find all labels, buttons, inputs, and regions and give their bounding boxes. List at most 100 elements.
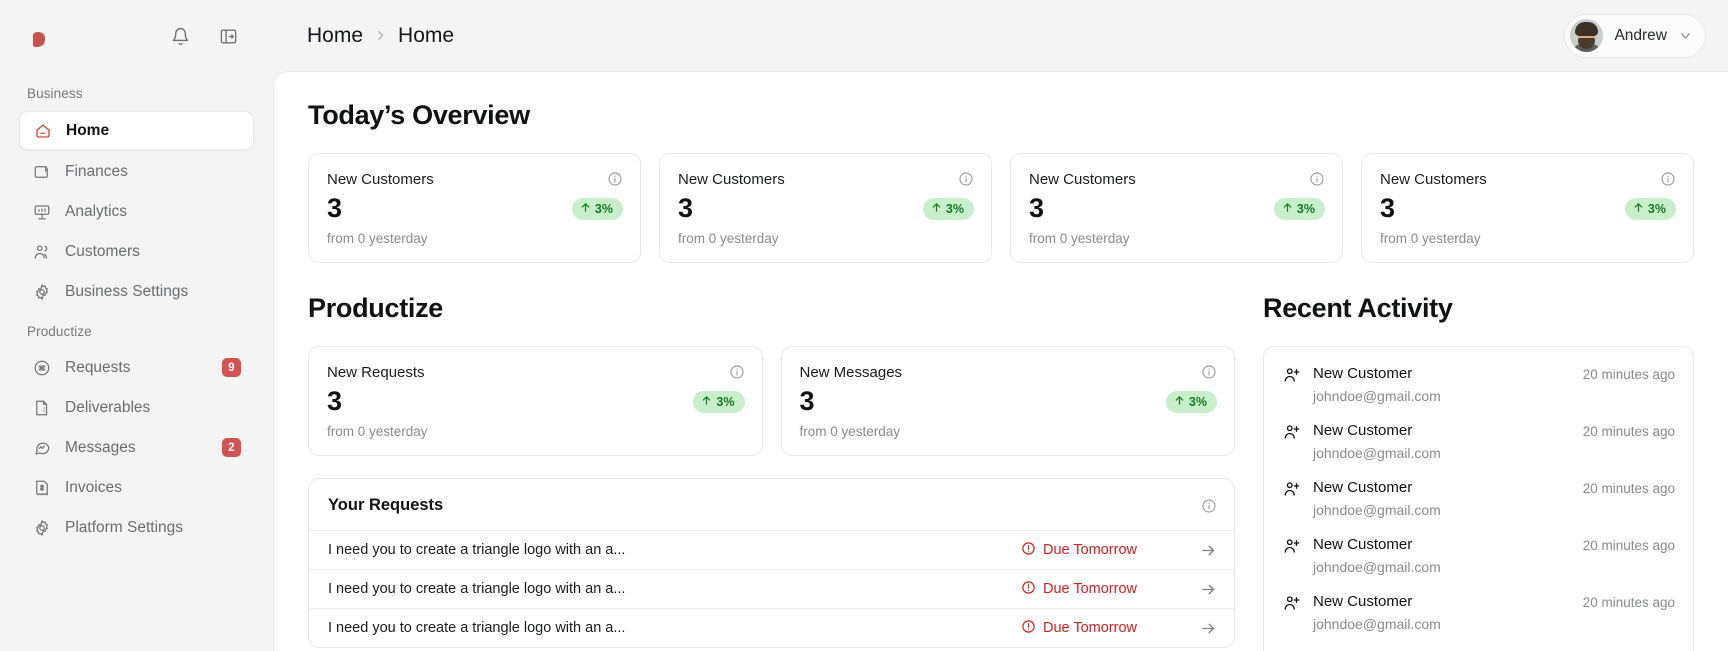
sidebar-badge-requests: 9 <box>222 358 241 377</box>
sidebar-item-messages[interactable]: Messages 2 <box>19 429 254 466</box>
sidebar-badge-messages: 2 <box>222 438 241 457</box>
list-item[interactable]: New Customer johndoe@gmail.com 20 minute… <box>1264 465 1693 522</box>
stat-delta: 3% <box>1624 197 1676 220</box>
activity-title: New Customer <box>1313 593 1413 611</box>
request-text: I need you to create a triangle logo wit… <box>328 620 626 637</box>
request-text: I need you to create a triangle logo wit… <box>328 542 626 559</box>
gear-icon <box>32 282 52 302</box>
arrow-up-icon <box>1174 395 1185 409</box>
sidebar-item-platform-settings[interactable]: Platform Settings <box>19 509 254 546</box>
stat-delta-value: 3% <box>1188 394 1207 409</box>
stat-value: 3 <box>1029 193 1045 223</box>
recent-activity-panel: New Customer johndoe@gmail.com 20 minute… <box>1263 346 1694 651</box>
sidebar-item-finances[interactable]: Finances <box>19 153 254 190</box>
stat-card[interactable]: New Customers 3 3% from 0 yesterday <box>308 153 641 264</box>
sidebar-item-label: Platform Settings <box>65 518 184 536</box>
breadcrumb-parent[interactable]: Home <box>307 24 363 48</box>
sidebar-item-home[interactable]: Home <box>19 111 254 150</box>
stat-delta: 3% <box>1165 390 1217 413</box>
main-area: Home Home Andrew Today’s Overview New Cu… <box>273 0 1728 651</box>
stat-card[interactable]: New Customers 3 3% from 0 yesterday <box>1010 153 1343 264</box>
breadcrumb-current: Home <box>398 23 455 47</box>
stat-card[interactable]: New Customers 3 3% from 0 yesterday <box>659 153 992 264</box>
recent-activity-column: Recent Activity New Customer johndoe@gma… <box>1263 293 1694 651</box>
stat-card[interactable]: New Requests 3 3% from 0 yesterday <box>308 346 763 457</box>
activity-email: johndoe@gmail.com <box>1313 502 1441 519</box>
stat-label: New Messages <box>799 364 903 382</box>
user-plus-icon <box>1283 480 1302 499</box>
stat-delta: 3% <box>571 197 623 220</box>
sidebar-item-label: Home <box>66 121 110 139</box>
sidebar-header <box>0 0 273 72</box>
sidebar-item-label: Invoices <box>65 478 122 496</box>
table-row[interactable]: I need you to create a triangle logo wit… <box>309 530 1234 569</box>
stat-value: 3 <box>327 193 343 223</box>
stat-delta-value: 3% <box>594 201 613 216</box>
stat-card[interactable]: New Customers 3 3% from 0 yesterday <box>1361 153 1694 264</box>
message-icon <box>32 438 52 458</box>
productize-column: Productize New Requests 3 3% from 0 yest… <box>308 293 1235 651</box>
list-item[interactable]: New Customer johndoe@gmail.com 20 minute… <box>1264 579 1693 636</box>
customers-icon <box>32 242 52 262</box>
stat-label: New Customers <box>327 171 434 188</box>
sidebar-item-analytics[interactable]: Analytics <box>19 193 254 230</box>
stat-sub: from 0 yesterday <box>1380 231 1481 247</box>
activity-time: 20 minutes ago <box>1582 367 1675 383</box>
request-text: I need you to create a triangle logo wit… <box>328 581 626 598</box>
user-plus-icon <box>1283 366 1302 385</box>
sidebar-item-label: Analytics <box>65 202 128 220</box>
arrow-up-icon <box>701 395 712 409</box>
sidebar-item-customers[interactable]: Customers <box>19 233 254 270</box>
analytics-icon <box>32 202 52 222</box>
info-icon[interactable] <box>1309 171 1325 187</box>
stat-label: New Customers <box>1380 171 1487 188</box>
stat-delta-value: 3% <box>945 201 964 216</box>
table-row[interactable]: I need you to create a triangle logo wit… <box>309 569 1234 608</box>
content-panel: Today’s Overview New Customers 3 3% from… <box>273 71 1728 651</box>
arrow-right-icon[interactable] <box>1186 581 1217 598</box>
list-item[interactable]: New Customer johndoe@gmail.com 20 minute… <box>1264 522 1693 579</box>
info-icon[interactable] <box>1660 171 1676 187</box>
page-title: Today’s Overview <box>308 100 530 130</box>
sidebar: Business Home Finances Analytics Custome… <box>0 0 273 651</box>
activity-time: 20 minutes ago <box>1582 424 1675 440</box>
panel-title: Your Requests <box>328 496 444 515</box>
info-icon[interactable] <box>1201 364 1217 380</box>
b-logo-icon[interactable] <box>24 19 58 53</box>
info-icon[interactable] <box>607 171 623 187</box>
sidebar-item-business-settings[interactable]: Business Settings <box>19 273 254 310</box>
info-icon[interactable] <box>958 171 974 187</box>
table-row[interactable]: I need you to create a triangle logo wit… <box>309 608 1234 647</box>
activity-title: New Customer <box>1313 365 1413 383</box>
sidebar-item-invoices[interactable]: Invoices <box>19 469 254 506</box>
arrow-right-icon[interactable] <box>1186 542 1217 559</box>
arrow-right-icon[interactable] <box>1186 620 1217 637</box>
stat-value: 3 <box>799 386 815 417</box>
alert-circle-icon <box>1021 541 1036 560</box>
info-icon[interactable] <box>729 364 745 380</box>
panel-toggle-icon[interactable] <box>217 25 239 47</box>
sidebar-section-label-business: Business <box>27 86 83 101</box>
profile-menu[interactable]: Andrew <box>1564 13 1706 58</box>
list-item[interactable]: New Customer johndoe@gmail.com 20 minute… <box>1264 408 1693 465</box>
sidebar-item-label: Deliverables <box>65 398 151 416</box>
bell-icon[interactable] <box>169 25 191 47</box>
stat-delta: 3% <box>922 197 974 220</box>
activity-time: 20 minutes ago <box>1582 481 1675 497</box>
list-item[interactable]: New Customer johndoe@gmail.com 20 minute… <box>1264 351 1693 408</box>
stat-value: 3 <box>678 193 694 223</box>
gear-icon <box>32 518 52 538</box>
home-icon <box>33 121 53 141</box>
activity-title: New Customer <box>1313 479 1413 497</box>
activity-email: johndoe@gmail.com <box>1313 388 1441 405</box>
stat-label: New Customers <box>678 171 785 188</box>
sidebar-item-deliverables[interactable]: Deliverables <box>19 389 254 426</box>
your-requests-panel: Your Requests I need you to create a tri… <box>308 478 1235 649</box>
stat-label: New Requests <box>327 364 425 382</box>
sidebar-item-requests[interactable]: Requests 9 <box>19 349 254 386</box>
status-label: Due Tomorrow <box>1042 620 1138 637</box>
status-badge: Due Tomorrow <box>972 541 1186 560</box>
stat-card[interactable]: New Messages 3 3% from 0 yesterday <box>780 346 1235 457</box>
info-icon[interactable] <box>1201 498 1217 514</box>
lower-section: Productize New Requests 3 3% from 0 yest… <box>308 293 1694 651</box>
